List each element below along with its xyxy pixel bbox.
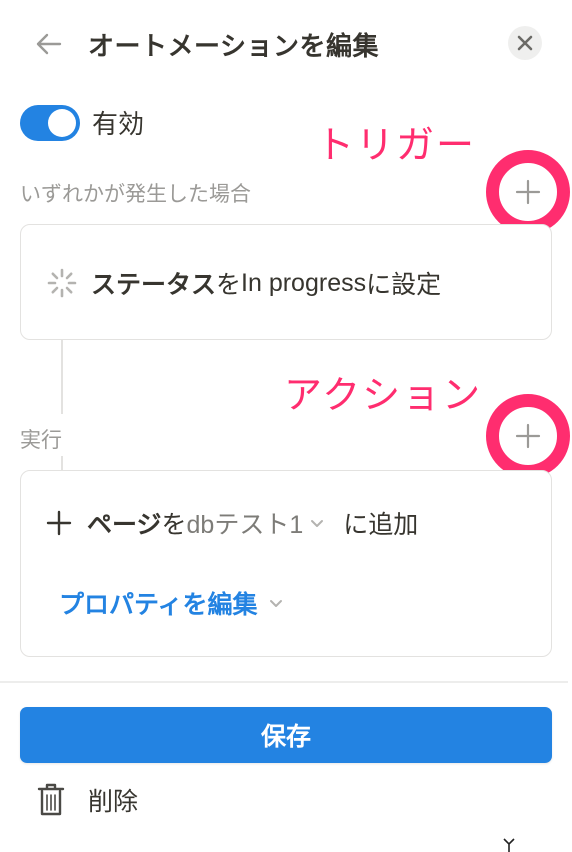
annotation-action: アクション [284, 375, 483, 417]
plus-icon [515, 179, 541, 205]
plus-icon [515, 423, 541, 449]
annotation-trigger: トリガー [316, 125, 477, 167]
save-button[interactable]: 保存 [20, 707, 552, 763]
add-trigger-button[interactable] [508, 172, 548, 212]
edit-properties-label: プロパティを編集 [59, 591, 258, 619]
page-title: オートメーションを編集 [88, 31, 379, 61]
chevron-down-icon [269, 600, 282, 607]
edit-properties-button[interactable]: プロパティを編集 [59, 585, 302, 621]
plus-icon [46, 510, 72, 536]
trigger-text-2: に設定 [366, 271, 442, 299]
enabled-toggle-row: 有効 [20, 104, 144, 141]
action-object: ページ [87, 511, 162, 539]
action-section-label: 実行 [20, 429, 62, 452]
flow-connector [61, 456, 63, 470]
close-icon [517, 35, 533, 51]
status-in-progress-icon [47, 268, 77, 298]
action-card: ページ を dbテスト1 に追加 プロパティを編集 [20, 470, 552, 657]
database-select[interactable]: dbテスト1 [187, 505, 344, 541]
close-button[interactable] [508, 26, 542, 60]
delete-label: 削除 [88, 788, 139, 816]
trigger-section-label: いずれかが発生した場合 [20, 183, 251, 206]
enabled-toggle[interactable] [20, 104, 80, 141]
arrow-left-icon [36, 33, 62, 55]
trigger-text-1: を [216, 271, 242, 299]
back-button[interactable] [30, 28, 66, 60]
header: オートメーションを編集 [0, 0, 572, 90]
trigger-card[interactable]: ステータス を In progress に設定 [20, 224, 552, 340]
trigger-value: In progress [241, 268, 367, 297]
delete-button[interactable]: 削除 [36, 782, 138, 818]
action-text-2: に追加 [343, 511, 419, 539]
flow-connector [61, 340, 63, 414]
trash-icon [37, 783, 65, 816]
add-action-button[interactable] [508, 416, 548, 456]
enabled-label: 有効 [92, 109, 145, 139]
toggle-knob [48, 108, 76, 137]
database-name: dbテスト1 [186, 511, 304, 539]
action-text-1: を [161, 511, 187, 539]
trigger-property: ステータス [91, 271, 217, 299]
trigger-item: ステータス を In progress に設定 [45, 265, 441, 301]
chevron-down-icon [311, 520, 324, 527]
action-item: ページ を dbテスト1 に追加 [45, 505, 418, 541]
text-cursor-icon [503, 838, 515, 852]
footer-divider [0, 681, 568, 683]
